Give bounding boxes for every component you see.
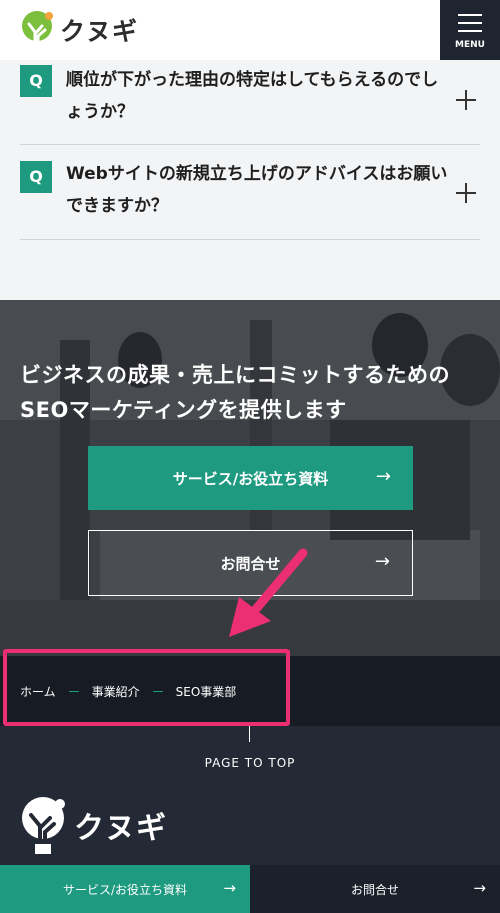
hero-headline: ビジネスの成果・売上にコミットするためのSEOマーケティングを提供します [20, 363, 450, 422]
fixed-bottom-bar: サービス/お役立ち資料 → お問合せ → [0, 865, 500, 913]
faq-question: 順位が下がった理由の特定はしてもらえるのでしょうか？ [66, 70, 439, 122]
page-to-top-link[interactable]: PAGE TO TOP [0, 756, 500, 770]
footer-logo[interactable]: クヌギ [18, 796, 167, 854]
hamburger-icon [458, 22, 482, 24]
plus-icon[interactable] [456, 90, 476, 110]
annotation-arrow-icon [229, 548, 308, 637]
breadcrumb-business[interactable]: 事業紹介 [92, 683, 140, 700]
arrow-right-icon: → [374, 551, 390, 572]
service-materials-button[interactable]: サービス/お役立ち資料 → [88, 446, 413, 510]
site-header: クヌギ MENU [0, 0, 500, 60]
arrow-right-icon: → [473, 879, 486, 897]
bottom-contact-label: お問合せ [350, 883, 399, 897]
site-logo[interactable]: クヌギ [18, 10, 138, 50]
bottom-service-label: サービス/お役立ち資料 [62, 883, 188, 897]
hamburger-icon [458, 30, 482, 32]
hamburger-icon [458, 14, 482, 16]
plus-icon[interactable] [456, 183, 476, 203]
faq-list: Q 順位が下がった理由の特定はしてもらえるのでしょうか？ Q Webサイトの新規… [20, 60, 480, 240]
faq-item[interactable]: Q 順位が下がった理由の特定はしてもらえるのでしょうか？ [20, 60, 480, 145]
bottom-service-button[interactable]: サービス/お役立ち資料 → [0, 865, 250, 913]
breadcrumb-current: SEO事業部 [175, 685, 237, 699]
service-button-label: サービス/お役立ち資料 [172, 470, 329, 488]
footer-logo-wordmark: クヌギ [74, 811, 167, 846]
question-badge: Q [20, 161, 52, 193]
bottom-contact-button[interactable]: お問合せ → [250, 865, 500, 913]
breadcrumb: ホーム 事業紹介 SEO事業部 [20, 683, 236, 700]
breadcrumb-separator [68, 691, 79, 692]
menu-button[interactable]: MENU [440, 0, 500, 60]
menu-label: MENU [455, 40, 485, 50]
page-top-line [249, 726, 250, 742]
breadcrumb-home[interactable]: ホーム [20, 683, 56, 700]
arrow-right-icon: → [223, 879, 236, 897]
arrow-right-icon: → [375, 466, 391, 487]
breadcrumb-separator [152, 691, 163, 692]
logo-wordmark: クヌギ [60, 17, 139, 46]
faq-question: Webサイトの新規立ち上げのアドバイスはお願いできますか？ [66, 164, 448, 216]
faq-item[interactable]: Q Webサイトの新規立ち上げのアドバイスはお願いできますか？ [20, 145, 480, 240]
question-badge: Q [20, 65, 52, 97]
tree-logo-icon [22, 11, 53, 50]
tree-logo-icon [22, 797, 65, 854]
